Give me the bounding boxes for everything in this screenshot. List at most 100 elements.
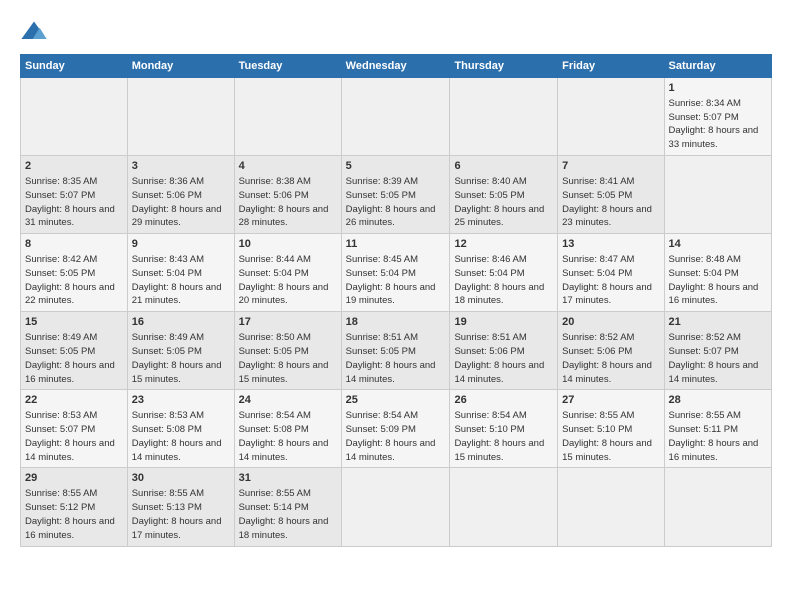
calendar-cell: 3 Sunrise: 8:36 AM Sunset: 5:06 PM Dayli… bbox=[127, 156, 234, 234]
day-number: 31 bbox=[239, 471, 337, 486]
calendar-cell bbox=[341, 78, 450, 156]
calendar-cell bbox=[664, 156, 771, 234]
daylight-info: Daylight: 8 hours and 14 minutes. bbox=[346, 438, 436, 463]
calendar-cell bbox=[234, 78, 341, 156]
day-number: 24 bbox=[239, 393, 337, 408]
day-number: 19 bbox=[454, 315, 553, 330]
daylight-info: Daylight: 8 hours and 23 minutes. bbox=[562, 204, 652, 229]
sunrise-info: Sunrise: 8:51 AM bbox=[454, 332, 526, 343]
calendar-cell: 21 Sunrise: 8:52 AM Sunset: 5:07 PM Dayl… bbox=[664, 312, 771, 390]
sunset-info: Sunset: 5:07 PM bbox=[25, 424, 95, 435]
sunrise-info: Sunrise: 8:34 AM bbox=[669, 98, 741, 109]
daylight-info: Daylight: 8 hours and 14 minutes. bbox=[669, 360, 759, 385]
calendar-week-4: 22 Sunrise: 8:53 AM Sunset: 5:07 PM Dayl… bbox=[21, 390, 772, 468]
calendar-cell bbox=[558, 78, 664, 156]
day-number: 6 bbox=[454, 159, 553, 174]
daylight-info: Daylight: 8 hours and 26 minutes. bbox=[346, 204, 436, 229]
sunrise-info: Sunrise: 8:46 AM bbox=[454, 254, 526, 265]
calendar-cell: 17 Sunrise: 8:50 AM Sunset: 5:05 PM Dayl… bbox=[234, 312, 341, 390]
calendar-cell: 1 Sunrise: 8:34 AM Sunset: 5:07 PM Dayli… bbox=[664, 78, 771, 156]
daylight-info: Daylight: 8 hours and 20 minutes. bbox=[239, 282, 329, 307]
calendar-cell: 25 Sunrise: 8:54 AM Sunset: 5:09 PM Dayl… bbox=[341, 390, 450, 468]
sunset-info: Sunset: 5:05 PM bbox=[346, 346, 416, 357]
calendar-week-3: 15 Sunrise: 8:49 AM Sunset: 5:05 PM Dayl… bbox=[21, 312, 772, 390]
sunrise-info: Sunrise: 8:45 AM bbox=[346, 254, 418, 265]
sunrise-info: Sunrise: 8:52 AM bbox=[669, 332, 741, 343]
calendar-header-friday: Friday bbox=[558, 55, 664, 78]
day-number: 8 bbox=[25, 237, 123, 252]
day-number: 22 bbox=[25, 393, 123, 408]
calendar-cell bbox=[127, 78, 234, 156]
sunrise-info: Sunrise: 8:51 AM bbox=[346, 332, 418, 343]
sunset-info: Sunset: 5:12 PM bbox=[25, 502, 95, 513]
daylight-info: Daylight: 8 hours and 19 minutes. bbox=[346, 282, 436, 307]
daylight-info: Daylight: 8 hours and 25 minutes. bbox=[454, 204, 544, 229]
sunrise-info: Sunrise: 8:44 AM bbox=[239, 254, 311, 265]
daylight-info: Daylight: 8 hours and 16 minutes. bbox=[25, 360, 115, 385]
sunset-info: Sunset: 5:10 PM bbox=[562, 424, 632, 435]
daylight-info: Daylight: 8 hours and 18 minutes. bbox=[239, 516, 329, 541]
day-number: 27 bbox=[562, 393, 659, 408]
calendar-cell: 10 Sunrise: 8:44 AM Sunset: 5:04 PM Dayl… bbox=[234, 234, 341, 312]
calendar-cell: 9 Sunrise: 8:43 AM Sunset: 5:04 PM Dayli… bbox=[127, 234, 234, 312]
daylight-info: Daylight: 8 hours and 18 minutes. bbox=[454, 282, 544, 307]
sunrise-info: Sunrise: 8:50 AM bbox=[239, 332, 311, 343]
sunset-info: Sunset: 5:09 PM bbox=[346, 424, 416, 435]
daylight-info: Daylight: 8 hours and 14 minutes. bbox=[562, 360, 652, 385]
sunrise-info: Sunrise: 8:36 AM bbox=[132, 176, 204, 187]
calendar-cell: 29 Sunrise: 8:55 AM Sunset: 5:12 PM Dayl… bbox=[21, 468, 128, 546]
sunset-info: Sunset: 5:11 PM bbox=[669, 424, 739, 435]
sunset-info: Sunset: 5:04 PM bbox=[239, 268, 309, 279]
daylight-info: Daylight: 8 hours and 33 minutes. bbox=[669, 125, 759, 150]
calendar-week-1: 2 Sunrise: 8:35 AM Sunset: 5:07 PM Dayli… bbox=[21, 156, 772, 234]
daylight-info: Daylight: 8 hours and 16 minutes. bbox=[25, 516, 115, 541]
calendar-header-saturday: Saturday bbox=[664, 55, 771, 78]
daylight-info: Daylight: 8 hours and 14 minutes. bbox=[346, 360, 436, 385]
calendar-week-5: 29 Sunrise: 8:55 AM Sunset: 5:12 PM Dayl… bbox=[21, 468, 772, 546]
day-number: 23 bbox=[132, 393, 230, 408]
daylight-info: Daylight: 8 hours and 17 minutes. bbox=[562, 282, 652, 307]
daylight-info: Daylight: 8 hours and 15 minutes. bbox=[562, 438, 652, 463]
sunrise-info: Sunrise: 8:55 AM bbox=[669, 410, 741, 421]
calendar-cell: 5 Sunrise: 8:39 AM Sunset: 5:05 PM Dayli… bbox=[341, 156, 450, 234]
day-number: 12 bbox=[454, 237, 553, 252]
calendar-cell: 11 Sunrise: 8:45 AM Sunset: 5:04 PM Dayl… bbox=[341, 234, 450, 312]
sunset-info: Sunset: 5:05 PM bbox=[25, 268, 95, 279]
sunset-info: Sunset: 5:05 PM bbox=[562, 190, 632, 201]
calendar-header-tuesday: Tuesday bbox=[234, 55, 341, 78]
calendar-cell bbox=[450, 468, 558, 546]
sunset-info: Sunset: 5:07 PM bbox=[669, 346, 739, 357]
day-number: 16 bbox=[132, 315, 230, 330]
day-number: 13 bbox=[562, 237, 659, 252]
calendar-cell bbox=[558, 468, 664, 546]
daylight-info: Daylight: 8 hours and 16 minutes. bbox=[669, 282, 759, 307]
day-number: 9 bbox=[132, 237, 230, 252]
sunset-info: Sunset: 5:05 PM bbox=[25, 346, 95, 357]
day-number: 1 bbox=[669, 81, 767, 96]
sunset-info: Sunset: 5:04 PM bbox=[562, 268, 632, 279]
day-number: 29 bbox=[25, 471, 123, 486]
day-number: 28 bbox=[669, 393, 767, 408]
sunset-info: Sunset: 5:14 PM bbox=[239, 502, 309, 513]
day-number: 3 bbox=[132, 159, 230, 174]
day-number: 10 bbox=[239, 237, 337, 252]
sunset-info: Sunset: 5:05 PM bbox=[239, 346, 309, 357]
sunset-info: Sunset: 5:05 PM bbox=[132, 346, 202, 357]
day-number: 15 bbox=[25, 315, 123, 330]
day-number: 21 bbox=[669, 315, 767, 330]
calendar-cell: 7 Sunrise: 8:41 AM Sunset: 5:05 PM Dayli… bbox=[558, 156, 664, 234]
sunrise-info: Sunrise: 8:54 AM bbox=[346, 410, 418, 421]
daylight-info: Daylight: 8 hours and 16 minutes. bbox=[669, 438, 759, 463]
calendar-cell: 19 Sunrise: 8:51 AM Sunset: 5:06 PM Dayl… bbox=[450, 312, 558, 390]
daylight-info: Daylight: 8 hours and 22 minutes. bbox=[25, 282, 115, 307]
calendar-cell: 28 Sunrise: 8:55 AM Sunset: 5:11 PM Dayl… bbox=[664, 390, 771, 468]
calendar-cell bbox=[341, 468, 450, 546]
daylight-info: Daylight: 8 hours and 31 minutes. bbox=[25, 204, 115, 229]
calendar-cell: 18 Sunrise: 8:51 AM Sunset: 5:05 PM Dayl… bbox=[341, 312, 450, 390]
day-number: 18 bbox=[346, 315, 446, 330]
sunset-info: Sunset: 5:08 PM bbox=[239, 424, 309, 435]
sunrise-info: Sunrise: 8:53 AM bbox=[25, 410, 97, 421]
calendar-cell: 2 Sunrise: 8:35 AM Sunset: 5:07 PM Dayli… bbox=[21, 156, 128, 234]
sunset-info: Sunset: 5:13 PM bbox=[132, 502, 202, 513]
sunset-info: Sunset: 5:06 PM bbox=[132, 190, 202, 201]
